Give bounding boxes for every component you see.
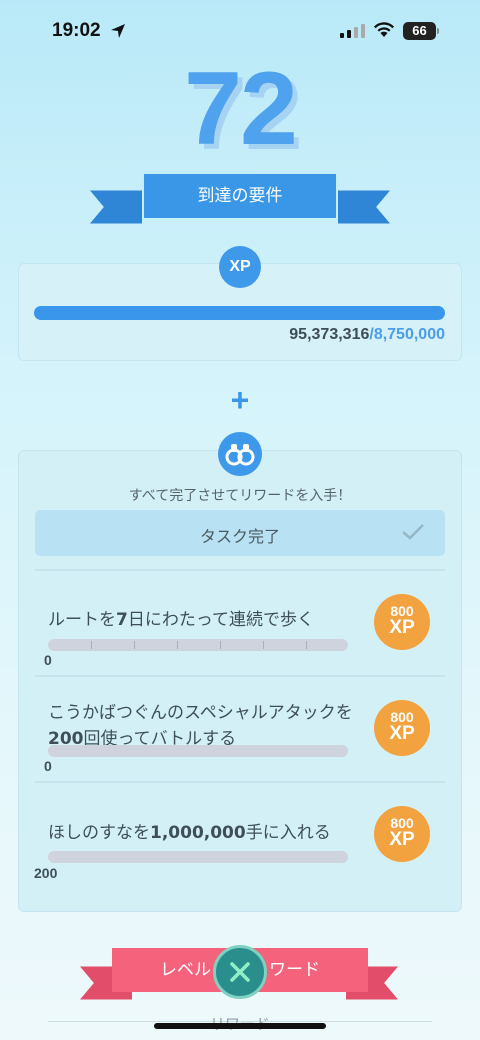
ribbon-tail-left [90,190,142,224]
reward-badge: 800 XP [374,700,430,756]
task-progress-bar [48,639,348,651]
task-progress-bar [48,745,348,757]
home-indicator [154,1023,326,1029]
xp-progress-bar [34,306,445,320]
reward-unit: XP [389,723,415,744]
battery-cap [437,28,439,34]
task-progress-value: 0 [44,652,52,668]
plus-icon: + [230,382,250,418]
wifi-icon [374,22,394,37]
task-title-text: 日にわたって連続で歩く [127,610,314,630]
battery-indicator: 66 [403,22,436,40]
check-icon [402,524,424,540]
task-title-number: 7 [116,610,128,630]
xp-target: 8,750,000 [373,326,445,343]
signal-icon [340,24,365,38]
divider [35,781,445,783]
close-button[interactable] [213,945,267,999]
task-title-text: ルートを [48,610,116,630]
reward-unit: XP [389,829,415,850]
banner-text-right: ワード [269,960,320,980]
task-title-text: ほしのすなを [48,823,150,843]
binoculars-icon [218,432,262,476]
task-title-text: こうかばつぐんのスペシャルアタックを [48,703,353,723]
task-progress-value: 0 [44,758,52,774]
divider [35,675,445,677]
reward-badge: 800 XP [374,594,430,650]
ribbon-tail-right [338,190,390,224]
task-progress-bar [48,851,348,863]
task-title-text: 手に入れる [245,823,331,843]
task-subtitle: すべて完了させてリワードを入手！ [128,488,352,504]
xp-current: 95,373,316 [289,326,370,343]
banner-text-left: レベル [160,960,211,980]
divider [35,569,445,571]
task-progress-value: 200 [34,865,58,881]
task-complete-label: タスク完了 [199,527,280,546]
xp-values: 95,373,316/8,750,000 [289,326,445,344]
task-title: ルートを7日にわたって連続で歩く [48,607,368,633]
level-number: 72 [184,51,298,167]
xp-badge: XP [219,246,261,288]
task-complete-button[interactable]: タスク完了 [35,510,445,556]
task-title: ほしのすなを1,000,000手に入れる [48,820,368,846]
reward-badge: 800 XP [374,806,430,862]
reward-unit: XP [389,617,415,638]
location-arrow-icon [111,24,125,38]
requirements-label: 到達の要件 [144,174,336,218]
task-title-number: 1,000,000 [150,823,246,843]
requirements-ribbon: 到達の要件 [90,174,390,230]
close-icon [230,962,250,982]
status-time: 19:02 [52,20,101,41]
